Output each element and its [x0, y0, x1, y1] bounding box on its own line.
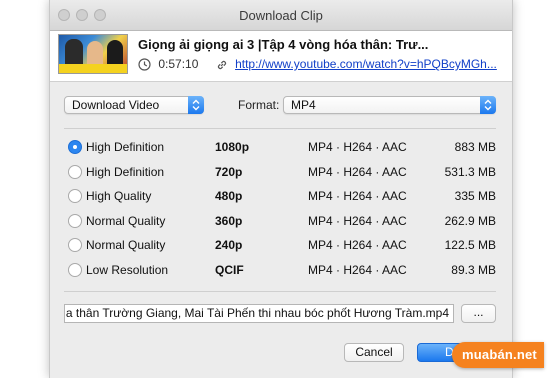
quality-resolution: 1080p — [215, 140, 250, 154]
quality-label: Normal Quality — [86, 214, 166, 228]
quality-format: MP4 · H264 · AAC — [308, 238, 407, 252]
quality-row[interactable]: High Definition 1080p MP4 · H264 · AAC 8… — [50, 137, 512, 157]
format-dropdown-value: MP4 — [291, 98, 316, 112]
quality-format: MP4 · H264 · AAC — [308, 189, 407, 203]
clock-icon — [138, 57, 154, 71]
clip-info: Giọng ải giọng ai 3 |Tập 4 vòng hóa thân… — [50, 31, 512, 82]
action-dropdown[interactable]: Download Video — [64, 96, 204, 114]
download-clip-dialog: Download Clip Giọng ải giọng ai 3 |Tập 4… — [49, 0, 513, 378]
chevron-updown-icon — [188, 96, 204, 114]
quality-size: 335 MB — [454, 189, 496, 203]
format-dropdown[interactable]: MP4 — [283, 96, 496, 114]
divider — [64, 128, 496, 129]
quality-row[interactable]: Low Resolution QCIF MP4 · H264 · AAC 89.… — [50, 260, 512, 280]
chevron-updown-icon — [480, 96, 496, 114]
quality-size: 122.5 MB — [444, 238, 496, 252]
quality-resolution: 240p — [215, 238, 243, 252]
quality-radio[interactable] — [68, 189, 82, 203]
quality-radio[interactable] — [68, 238, 82, 252]
clip-meta: 0:57:10 http://www.youtube.com/watch?v=h… — [138, 57, 497, 73]
watermark-text: muabán.net — [462, 347, 537, 362]
quality-row[interactable]: Normal Quality 360p MP4 · H264 · AAC 262… — [50, 211, 512, 231]
clip-title: Giọng ải giọng ai 3 |Tập 4 vòng hóa thân… — [138, 37, 429, 52]
quality-label: High Definition — [86, 140, 165, 154]
quality-label: High Quality — [86, 189, 152, 203]
quality-row[interactable]: High Quality 480p MP4 · H264 · AAC 335 M… — [50, 186, 512, 206]
quality-format: MP4 · H264 · AAC — [308, 263, 407, 277]
quality-format: MP4 · H264 · AAC — [308, 214, 407, 228]
browse-button[interactable]: ... — [461, 304, 496, 323]
quality-resolution: 720p — [215, 165, 243, 179]
quality-row[interactable]: High Definition 720p MP4 · H264 · AAC 53… — [50, 162, 512, 182]
link-icon — [216, 57, 231, 71]
quality-resolution: QCIF — [215, 263, 244, 277]
quality-radio[interactable] — [68, 165, 82, 179]
quality-size: 89.3 MB — [451, 263, 496, 277]
quality-label: High Definition — [86, 165, 165, 179]
quality-label: Normal Quality — [86, 238, 166, 252]
format-label: Format: — [238, 98, 280, 112]
muaban-logo: muabán.net — [452, 342, 544, 368]
quality-radio[interactable] — [68, 263, 82, 277]
quality-format: MP4 · H264 · AAC — [308, 140, 407, 154]
quality-resolution: 360p — [215, 214, 243, 228]
quality-radio[interactable] — [68, 214, 82, 228]
video-thumbnail — [58, 34, 128, 74]
quality-format: MP4 · H264 · AAC — [308, 165, 407, 179]
title-bar: Download Clip — [50, 0, 512, 31]
filename-field[interactable]: a thân Trường Giang, Mai Tài Phến thi nh… — [64, 304, 454, 323]
quality-label: Low Resolution — [86, 263, 169, 277]
filename-value: a thân Trường Giang, Mai Tài Phến thi nh… — [65, 306, 449, 320]
cancel-button[interactable]: Cancel — [344, 343, 404, 362]
quality-size: 883 MB — [454, 140, 496, 154]
quality-radio[interactable] — [68, 140, 82, 154]
window-title: Download Clip — [239, 8, 323, 23]
divider — [64, 291, 496, 292]
clip-url-link[interactable]: http://www.youtube.com/watch?v=hPQBcyMGh… — [235, 57, 497, 71]
quality-size: 262.9 MB — [444, 214, 496, 228]
quality-row[interactable]: Normal Quality 240p MP4 · H264 · AAC 122… — [50, 235, 512, 255]
clip-duration: 0:57:10 — [158, 57, 199, 71]
quality-size: 531.3 MB — [444, 165, 496, 179]
quality-resolution: 480p — [215, 189, 243, 203]
action-dropdown-value: Download Video — [72, 98, 160, 112]
